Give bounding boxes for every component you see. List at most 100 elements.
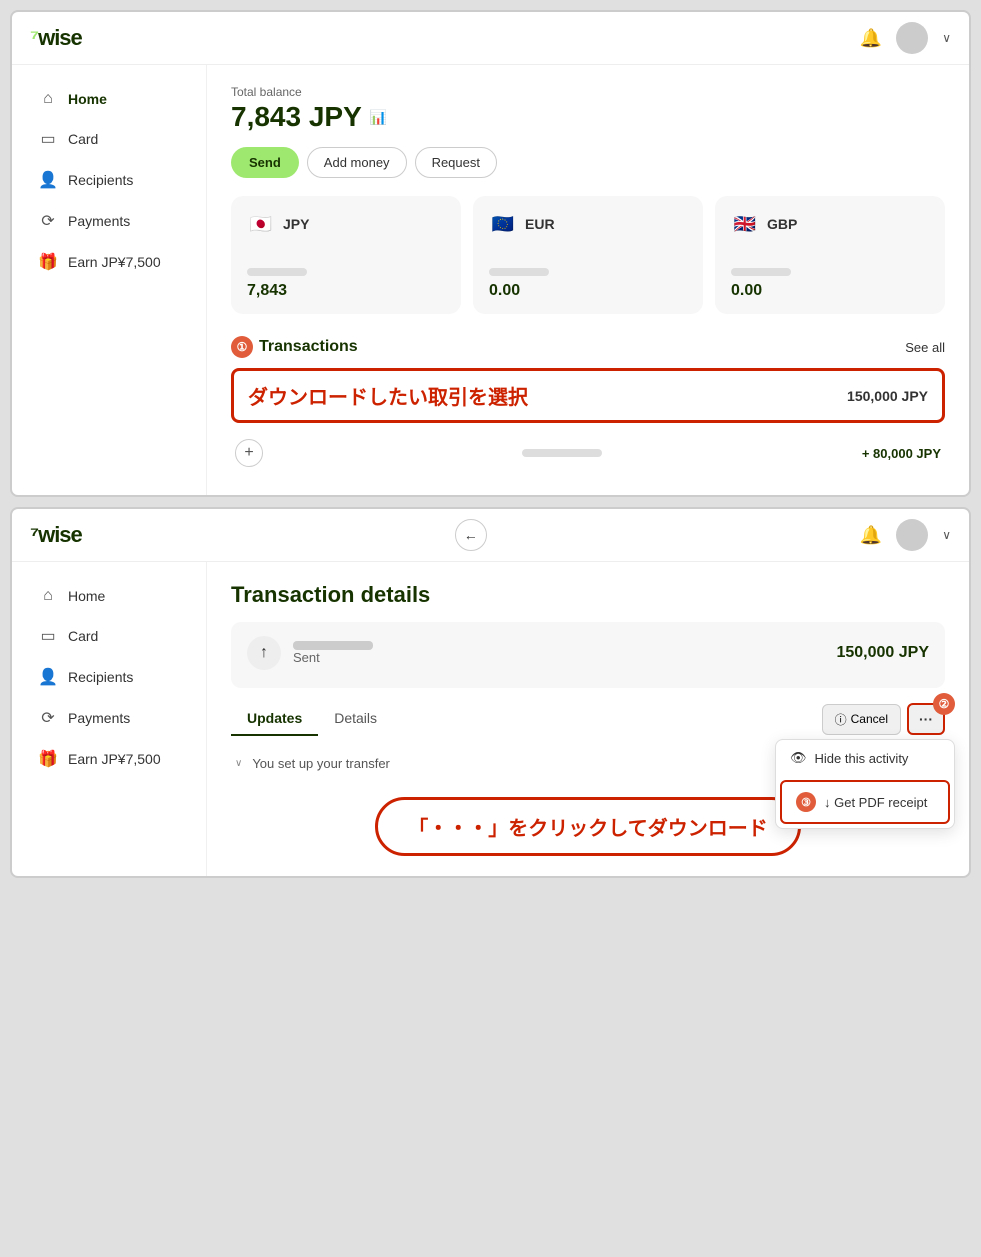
sidebar-label-earn-1: Earn JP¥7,500 bbox=[68, 254, 161, 270]
request-button[interactable]: Request bbox=[415, 147, 497, 178]
currency-card-gbp[interactable]: 🇬🇧 GBP 0.00 bbox=[715, 196, 945, 314]
cancel-label: Cancel bbox=[851, 712, 888, 726]
tab-details[interactable]: Details bbox=[318, 702, 393, 736]
sent-arrow-icon: ↑ bbox=[247, 636, 281, 670]
top-bar-right-2: 🔔 ∨ bbox=[860, 519, 951, 551]
txn-highlight-amount: 150,000 JPY bbox=[847, 388, 928, 404]
bell-icon-2[interactable]: 🔔 bbox=[860, 525, 882, 546]
action-buttons: Send Add money Request bbox=[231, 147, 945, 178]
payments-icon-1: ⟳ bbox=[38, 211, 58, 231]
eur-subtext bbox=[489, 268, 549, 276]
sidebar-item-payments-1[interactable]: ⟳ Payments bbox=[18, 201, 200, 241]
tab-actions: ⓘ Cancel ··· ② 👁 Hide this activity bbox=[822, 703, 945, 735]
sidebar-item-home-2[interactable]: ⌂ Home bbox=[18, 577, 200, 615]
eur-flag: 🇪🇺 bbox=[489, 210, 517, 238]
transaction-row-plain[interactable]: + + 80,000 JPY bbox=[231, 431, 945, 475]
card-icon-2: ▭ bbox=[38, 626, 58, 646]
recipients-icon-2: 👤 bbox=[38, 667, 58, 687]
currency-card-eur[interactable]: 🇪🇺 EUR 0.00 bbox=[473, 196, 703, 314]
sidebar-label-recipients-2: Recipients bbox=[68, 669, 133, 685]
sidebar-1: ⌂ Home ▭ Card 👤 Recipients ⟳ Payments 🎁 bbox=[12, 65, 207, 495]
sidebar-item-card-1[interactable]: ▭ Card bbox=[18, 119, 200, 159]
earn-icon-1: 🎁 bbox=[38, 252, 58, 272]
sidebar-item-card-2[interactable]: ▭ Card bbox=[18, 616, 200, 656]
payments-icon-2: ⟳ bbox=[38, 708, 58, 728]
step1-number: ① bbox=[231, 336, 253, 358]
wise-logo-2: ⁷wise bbox=[30, 522, 82, 548]
content-area-2: ⌂ Home ▭ Card 👤 Recipients ⟳ Payments 🎁 bbox=[12, 562, 969, 876]
gbp-header: 🇬🇧 GBP bbox=[731, 210, 929, 238]
panel-2: ⁷wise ← 🔔 ∨ ⌂ Home ▭ Card bbox=[10, 507, 971, 878]
top-bar-2: ⁷wise ← 🔔 ∨ bbox=[12, 509, 969, 562]
sidebar-item-recipients-2[interactable]: 👤 Recipients bbox=[18, 657, 200, 697]
cancel-icon: ⓘ bbox=[835, 711, 847, 728]
pdf-label: ↓ Get PDF receipt bbox=[824, 795, 927, 810]
tabs-row: Updates Details ⓘ Cancel ··· ② bbox=[231, 702, 945, 736]
txn-plus-icon: + bbox=[235, 439, 263, 467]
eur-amount: 0.00 bbox=[489, 282, 687, 300]
eur-header: 🇪🇺 EUR bbox=[489, 210, 687, 238]
tab-updates[interactable]: Updates bbox=[231, 702, 318, 736]
jpy-header: 🇯🇵 JPY bbox=[247, 210, 445, 238]
cancel-button-2[interactable]: ⓘ Cancel bbox=[822, 704, 901, 735]
txn-sub-text bbox=[522, 449, 602, 457]
chart-icon[interactable]: 📊 bbox=[370, 109, 387, 126]
see-all-link[interactable]: See all bbox=[905, 340, 945, 355]
user-avatar-1 bbox=[896, 22, 928, 54]
add-money-button[interactable]: Add money bbox=[307, 147, 407, 178]
dropdown-hide[interactable]: 👁 Hide this activity bbox=[776, 740, 954, 776]
card-icon-1: ▭ bbox=[38, 129, 58, 149]
transfer-update-text: You set up your transfer bbox=[252, 756, 390, 771]
txn-detail-info: Sent bbox=[293, 641, 373, 665]
gbp-code: GBP bbox=[767, 216, 797, 232]
step3-badge: ③ bbox=[796, 792, 816, 812]
chevron-icon: ∨ bbox=[235, 758, 242, 769]
chevron-down-1[interactable]: ∨ bbox=[942, 31, 951, 45]
earn-icon-2: 🎁 bbox=[38, 749, 58, 769]
bell-icon-1[interactable]: 🔔 bbox=[860, 28, 882, 49]
back-button[interactable]: ← bbox=[455, 519, 487, 551]
chevron-down-2[interactable]: ∨ bbox=[942, 528, 951, 542]
txn-detail-amount: 150,000 JPY bbox=[836, 644, 929, 662]
dropdown-pdf[interactable]: ③ ↓ Get PDF receipt bbox=[780, 780, 950, 824]
transaction-row-highlighted[interactable]: ダウンロードしたい取引を選択 150,000 JPY bbox=[231, 368, 945, 423]
currency-card-jpy[interactable]: 🇯🇵 JPY 7,843 bbox=[231, 196, 461, 314]
jpy-code: JPY bbox=[283, 216, 309, 232]
gbp-amount: 0.00 bbox=[731, 282, 929, 300]
sidebar-item-recipients-1[interactable]: 👤 Recipients bbox=[18, 160, 200, 200]
transactions-label: Transactions bbox=[259, 338, 358, 356]
sidebar-label-home-2: Home bbox=[68, 588, 105, 604]
tabs-left: Updates Details bbox=[231, 702, 393, 736]
sidebar-label-payments-1: Payments bbox=[68, 213, 130, 229]
jpy-amount: 7,843 bbox=[247, 282, 445, 300]
top-bar-1: ⁷wise 🔔 ∨ bbox=[12, 12, 969, 65]
main-content-2: Transaction details ↑ Sent 150,000 JPY bbox=[207, 562, 969, 876]
txn-japanese-text: ダウンロードしたい取引を選択 bbox=[248, 381, 528, 410]
sidebar-item-payments-2[interactable]: ⟳ Payments bbox=[18, 698, 200, 738]
top-bar-center-2: ← bbox=[82, 519, 860, 551]
sidebar-label-earn-2: Earn JP¥7,500 bbox=[68, 751, 161, 767]
gbp-flag: 🇬🇧 bbox=[731, 210, 759, 238]
user-avatar-2 bbox=[896, 519, 928, 551]
txn-detail-label: Sent bbox=[293, 650, 373, 665]
currency-cards: 🇯🇵 JPY 7,843 🇪🇺 EUR 0.00 bbox=[231, 196, 945, 314]
transactions-header: ① Transactions See all bbox=[231, 336, 945, 358]
sidebar-label-payments-2: Payments bbox=[68, 710, 130, 726]
txn-second-amount: + 80,000 JPY bbox=[862, 446, 941, 461]
sidebar-label-card-1: Card bbox=[68, 131, 98, 147]
sidebar-2: ⌂ Home ▭ Card 👤 Recipients ⟳ Payments 🎁 bbox=[12, 562, 207, 876]
step2-number: ② bbox=[933, 693, 955, 715]
txn-detail-left: ↑ Sent bbox=[247, 636, 373, 670]
home-icon-2: ⌂ bbox=[38, 587, 58, 605]
sidebar-item-earn-2[interactable]: 🎁 Earn JP¥7,500 bbox=[18, 739, 200, 779]
logo-accent: ⁷ bbox=[30, 25, 38, 50]
sidebar-item-home-1[interactable]: ⌂ Home bbox=[18, 80, 200, 118]
send-button[interactable]: Send bbox=[231, 147, 299, 178]
main-content-1: Total balance 7,843 JPY 📊 Send Add money… bbox=[207, 65, 969, 495]
txn-detail-header: ↑ Sent 150,000 JPY bbox=[247, 636, 929, 670]
txn-details-title: Transaction details bbox=[231, 582, 945, 608]
content-area-1: ⌂ Home ▭ Card 👤 Recipients ⟳ Payments 🎁 bbox=[12, 65, 969, 495]
wise-logo-1: ⁷wise bbox=[30, 25, 82, 51]
sidebar-item-earn-1[interactable]: 🎁 Earn JP¥7,500 bbox=[18, 242, 200, 282]
panel-1: ⁷wise 🔔 ∨ ⌂ Home ▭ Card 👤 bbox=[10, 10, 971, 497]
